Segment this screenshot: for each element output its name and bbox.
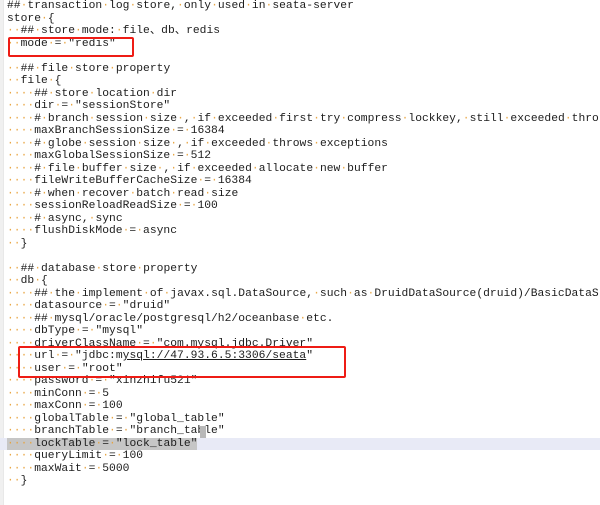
- jdbc-url-link[interactable]: ysql://47.93.6.5:3306/seata: [123, 350, 307, 362]
- whitespace-dots: ····: [7, 387, 35, 400]
- whitespace-dots: ····: [7, 112, 35, 125]
- code-line[interactable]: ····maxConn·=·100: [0, 400, 600, 413]
- code-line[interactable]: ··##·database·store·property: [0, 263, 600, 276]
- code-line[interactable]: ····maxWait·=·5000: [0, 463, 600, 476]
- code-line[interactable]: ····maxGlobalSessionSize·=·512: [0, 150, 600, 163]
- code-line[interactable]: ····minConn·=·5: [0, 388, 600, 401]
- code-line[interactable]: ····queryLimit·=·100: [0, 450, 600, 463]
- whitespace-dots: ····: [7, 312, 35, 325]
- code-line[interactable]: ····##·the·implement·of·javax.sql.DataSo…: [0, 288, 600, 301]
- whitespace-dots: ····: [7, 450, 35, 462]
- whitespace-dots: ····: [7, 300, 35, 312]
- whitespace-dots: ····: [7, 412, 35, 425]
- code-line[interactable]: ····flushDiskMode·=·async: [0, 225, 600, 238]
- code-line[interactable]: ····##·store·location·dir: [0, 88, 600, 101]
- whitespace-dots: ··: [7, 275, 21, 287]
- code-line[interactable]: ··mode·=·"redis": [0, 38, 600, 51]
- code-editor-pane[interactable]: ##·transaction·log·store,·only·used·in·s…: [0, 0, 600, 505]
- code-line[interactable]: ····##·mysql/oracle/postgresql/h2/oceanb…: [0, 313, 600, 326]
- code-line[interactable]: ····#·globe·session·size·,·if·exceeded·t…: [0, 138, 600, 151]
- whitespace-dots: ····: [7, 100, 35, 112]
- code-line[interactable]: ····#·async,·sync: [0, 213, 600, 226]
- code-line[interactable]: [0, 50, 600, 63]
- code-line[interactable]: ····#·file·buffer·size·,·if·exceeded·all…: [0, 163, 600, 176]
- selected-text[interactable]: ····lockTable·=·"lock_table": [7, 437, 198, 450]
- code-line[interactable]: ····#·branch·session·size·,·if·exceeded·…: [0, 113, 600, 126]
- whitespace-dots: ····: [7, 337, 35, 350]
- code-line[interactable]: [0, 250, 600, 263]
- whitespace-dots: ····: [7, 350, 35, 362]
- whitespace-dots: ····: [7, 225, 35, 237]
- whitespace-dots: ··: [7, 75, 21, 87]
- code-line[interactable]: ····dir·=·"sessionStore": [0, 100, 600, 113]
- code-line[interactable]: ··file·{: [0, 75, 600, 88]
- code-line[interactable]: ····dbType·=·"mysql": [0, 325, 600, 338]
- whitespace-dots: ····: [7, 212, 35, 225]
- code-line[interactable]: ····globalTable·=·"global_table": [0, 413, 600, 426]
- whitespace-dots: ····: [7, 125, 35, 137]
- whitespace-dots: ····: [7, 200, 35, 212]
- text-caret: [199, 426, 206, 438]
- whitespace-dots: ····: [7, 425, 35, 437]
- whitespace-dots: ··: [7, 62, 21, 75]
- code-line[interactable]: ····#·when·recover·batch·read·size: [0, 188, 600, 201]
- whitespace-dots: ····: [7, 150, 35, 162]
- whitespace-dots: ····: [7, 437, 35, 450]
- whitespace-dots: ··: [7, 475, 21, 487]
- code-line[interactable]: ····url·=·"jdbc:mysql://47.93.6.5:3306/s…: [0, 350, 600, 363]
- code-line[interactable]: ··##·store·mode:·file、db、redis: [0, 25, 600, 38]
- code-line[interactable]: ····maxBranchSessionSize·=·16384: [0, 125, 600, 138]
- whitespace-dots: ··: [7, 25, 21, 37]
- code-line[interactable]: ····sessionReloadReadSize·=·100: [0, 200, 600, 213]
- code-line[interactable]: ····datasource·=·"druid": [0, 300, 600, 313]
- whitespace-dots: ····: [7, 325, 35, 337]
- whitespace-dots: ····: [7, 175, 35, 187]
- code-line[interactable]: ····driverClassName·=·"com.mysql.jdbc.Dr…: [0, 338, 600, 351]
- code-line[interactable]: ····lockTable·=·"lock_table": [0, 437, 600, 450]
- whitespace-dots: ····: [7, 187, 35, 200]
- whitespace-dots: ····: [7, 375, 35, 387]
- whitespace-dots: ····: [7, 137, 35, 150]
- whitespace-dots: ··: [7, 237, 21, 250]
- code-line[interactable]: ····branchTable·=·"branch_table": [0, 425, 600, 438]
- code-line[interactable]: ··}: [0, 238, 600, 251]
- code-line[interactable]: ##·transaction·log·store,·only·used·in·s…: [0, 0, 600, 13]
- code-line[interactable]: ····user·=·"root": [0, 363, 600, 376]
- code-line[interactable]: ····password·=·"xinzhifu521": [0, 375, 600, 388]
- code-line[interactable]: ··db·{: [0, 275, 600, 288]
- code-line[interactable]: ··}: [0, 475, 600, 488]
- whitespace-dots: ····: [7, 462, 35, 475]
- whitespace-dots: ··: [7, 37, 21, 50]
- whitespace-dots: ····: [7, 400, 35, 412]
- whitespace-dots: ····: [7, 287, 35, 300]
- code-line[interactable]: ····fileWriteBufferCacheSize·=·16384: [0, 175, 600, 188]
- whitespace-dots: ····: [7, 87, 35, 100]
- whitespace-dots: ····: [7, 362, 35, 375]
- code-content[interactable]: ##·transaction·log·store,·only·used·in·s…: [0, 0, 600, 505]
- whitespace-dots: ··: [7, 262, 21, 275]
- code-line[interactable]: ··##·file·store·property: [0, 63, 600, 76]
- whitespace-dots: ····: [7, 162, 35, 175]
- code-line[interactable]: store·{: [0, 13, 600, 26]
